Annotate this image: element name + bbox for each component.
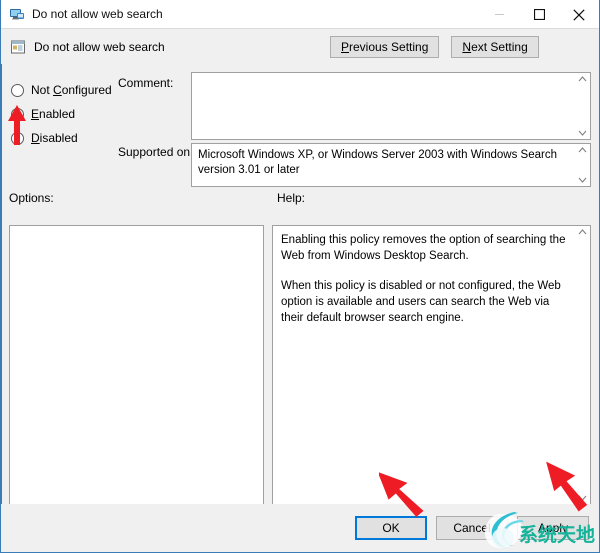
comment-scrollbar[interactable]	[574, 73, 590, 139]
policy-name: Do not allow web search	[34, 39, 165, 54]
next-setting-button[interactable]: Next Setting	[451, 36, 539, 58]
options-panel[interactable]	[9, 225, 264, 505]
policy-state-radio-group: Not Configured Enabled Disabled	[11, 78, 121, 150]
help-label: Help:	[277, 191, 306, 205]
comment-textbox[interactable]	[191, 72, 591, 140]
setting-navigation: Previous Setting Next Setting	[330, 36, 539, 58]
comment-label: Comment:	[118, 76, 174, 90]
close-icon[interactable]	[559, 0, 599, 29]
dialog-footer: OK Cancel Apply	[1, 504, 599, 552]
supported-on-textbox[interactable]: Microsoft Windows XP, or Windows Server …	[191, 143, 591, 187]
scroll-up-icon	[578, 229, 586, 235]
radio-enabled-label: Enabled	[31, 107, 76, 121]
radio-disabled[interactable]: Disabled	[11, 126, 121, 150]
scroll-down-icon	[578, 177, 586, 183]
scroll-up-icon	[578, 76, 586, 82]
ok-button[interactable]: OK	[355, 516, 427, 540]
policy-setting-icon	[10, 39, 26, 55]
previous-setting-button[interactable]: Previous Setting	[330, 36, 440, 58]
scroll-up-icon	[578, 147, 586, 153]
maximize-icon[interactable]	[519, 0, 559, 29]
window-title: Do not allow web search	[32, 7, 163, 21]
apply-button[interactable]: Apply	[517, 516, 589, 540]
policy-monitor-icon	[9, 6, 25, 22]
radio-not-configured-label: Not Configured	[31, 83, 112, 97]
title-bar: Do not allow web search	[1, 0, 599, 29]
supported-on-scrollbar[interactable]	[574, 144, 590, 186]
scroll-down-icon	[578, 130, 586, 136]
radio-enabled-mark[interactable]	[11, 107, 24, 121]
comment-value[interactable]	[192, 73, 574, 139]
scroll-down-icon	[578, 495, 586, 501]
radio-disabled-label: Disabled	[31, 131, 78, 145]
radio-disabled-mark[interactable]	[11, 131, 24, 145]
help-text: Enabling this policy removes the option …	[273, 226, 574, 504]
radio-not-configured-mark[interactable]	[11, 83, 24, 97]
window-controls	[479, 0, 599, 29]
help-scrollbar[interactable]	[574, 226, 590, 504]
help-paragraph-2: When this policy is disabled or not conf…	[281, 280, 561, 324]
cancel-button[interactable]: Cancel	[436, 516, 508, 540]
policy-setting-dialog: Do not allow web search Do not allow web…	[0, 0, 600, 553]
policy-header: Do not allow web search Previous Setting…	[1, 29, 599, 64]
help-paragraph-1: Enabling this policy removes the option …	[281, 234, 566, 262]
window-left-border	[1, 29, 2, 552]
options-value	[10, 226, 263, 238]
minimize-icon[interactable]	[479, 0, 519, 29]
radio-enabled[interactable]: Enabled	[11, 102, 121, 126]
supported-on-value: Microsoft Windows XP, or Windows Server …	[198, 149, 557, 176]
options-label: Options:	[9, 191, 54, 205]
dialog-action-buttons: OK Cancel Apply	[355, 516, 589, 540]
supported-on-label: Supported on:	[118, 145, 194, 159]
radio-not-configured[interactable]: Not Configured	[11, 78, 121, 102]
help-panel: Enabling this policy removes the option …	[272, 225, 591, 505]
